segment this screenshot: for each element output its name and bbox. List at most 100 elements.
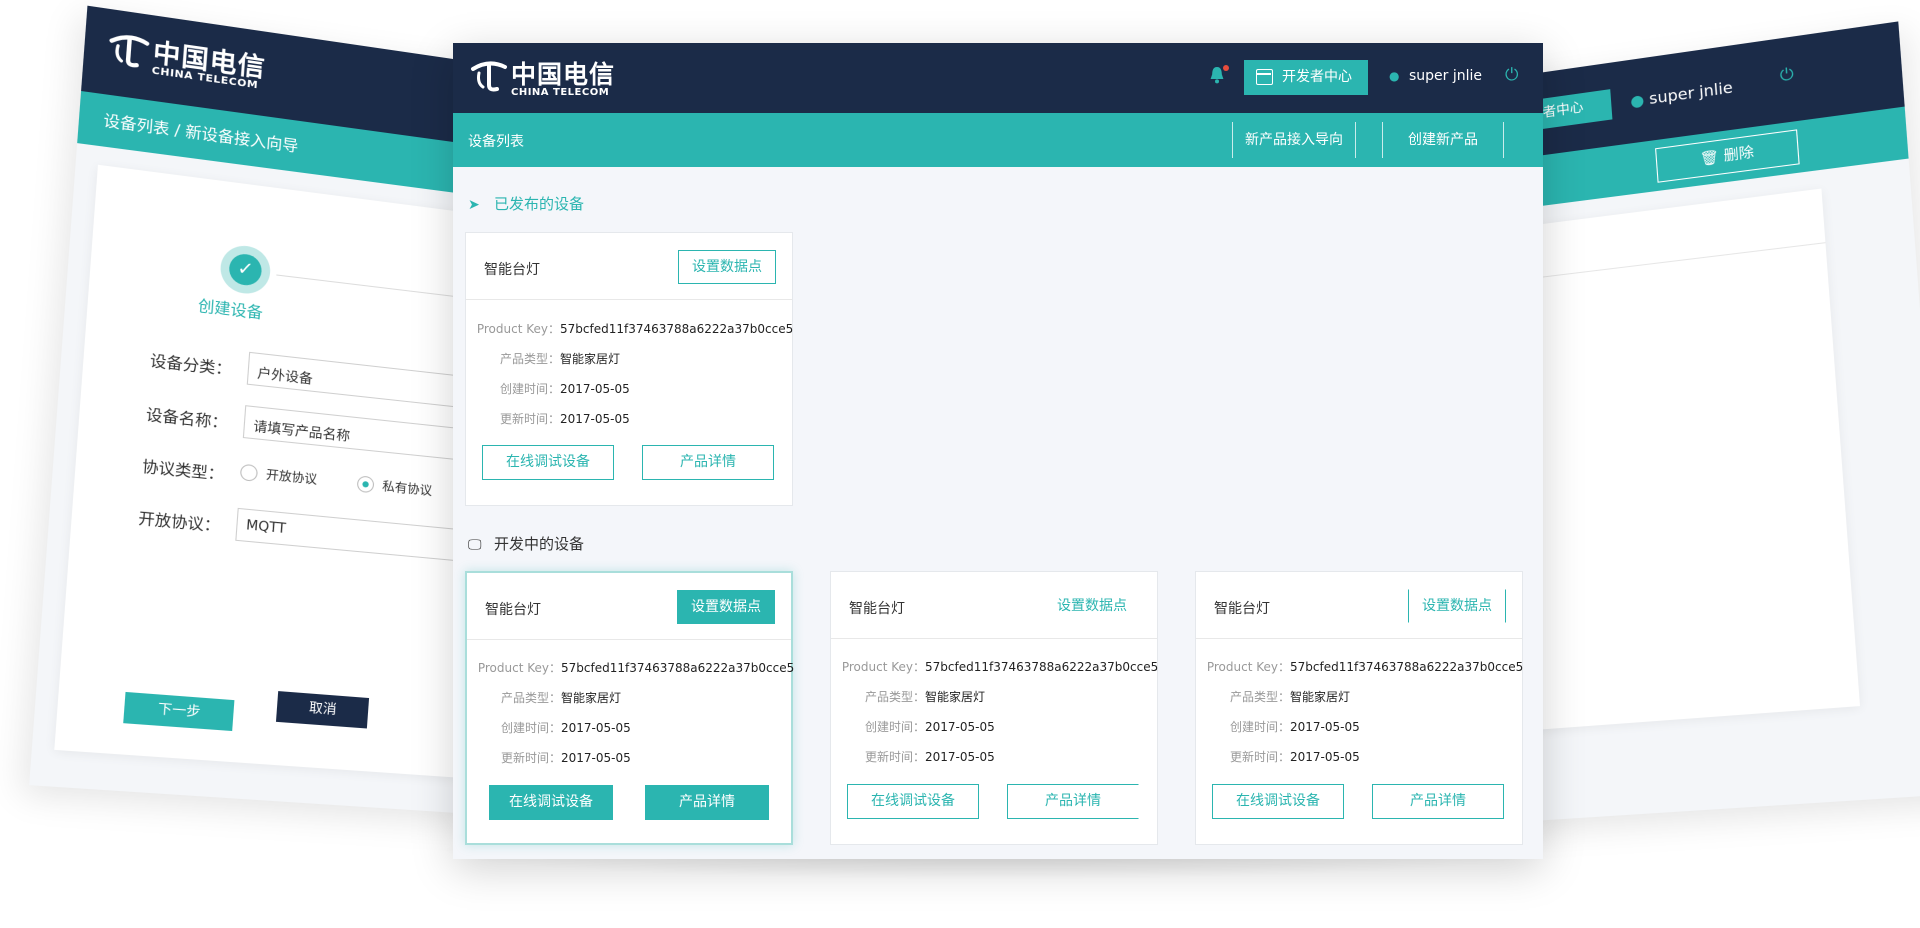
field-key: Product Key： (841, 660, 925, 674)
card-divider (831, 638, 1157, 639)
check-icon: ✓ (228, 252, 263, 287)
section-published: ➤ 已发布的设备 (468, 193, 584, 214)
field-value: 智能家居灯 (925, 690, 986, 704)
card-field-product-type: 产品类型：智能家居灯 (476, 350, 620, 367)
product-detail-button[interactable]: 产品详情 (1007, 784, 1139, 819)
power-icon[interactable]: ⏻ (1779, 63, 1794, 85)
dev-device-card-3: 智能台灯 设置数据点 Product Key：57bcfed11f3746378… (1195, 571, 1523, 845)
card-field-product-key: Product Key：57bcfed11f37463788a6222a37b0… (476, 320, 793, 337)
telecom-logo-icon (471, 61, 507, 92)
dev-center-button[interactable]: 开发者中心 (1244, 60, 1368, 95)
published-device-card: 智能台灯 设置数据点 Product Key：57bcfed11f3746378… (465, 232, 793, 506)
nav-link-create-product[interactable]: 创建新产品 (1382, 122, 1504, 158)
card-field-updated: 更新时间：2017-05-05 (1206, 748, 1360, 765)
card-field-product-type: 产品类型：智能家居灯 (1206, 688, 1350, 705)
category-value: 户外设备 (256, 366, 314, 388)
field-key: 产品类型： (499, 352, 560, 366)
online-debug-button[interactable]: 在线调试设备 (1212, 784, 1344, 819)
field-value: 57bcfed11f37463788a6222a37b0cce5 (560, 322, 794, 336)
card-field-updated: 更新时间：2017-05-05 (841, 748, 995, 765)
calendar-icon (1256, 69, 1273, 85)
card-divider (467, 639, 791, 640)
main-nav-bar: 设备列表 新产品接入导向 创建新产品 (453, 113, 1543, 167)
send-icon: ➤ (468, 197, 480, 213)
right-user-menu[interactable]: ● super jnlie (1630, 78, 1734, 111)
field-key: 产品类型： (500, 691, 561, 705)
set-datapoint-button[interactable]: 设置数据点 (1408, 589, 1506, 623)
field-key: 更新时间： (1229, 750, 1290, 764)
field-key: 创建时间： (499, 382, 560, 396)
online-debug-button[interactable]: 在线调试设备 (489, 785, 613, 820)
set-datapoint-button[interactable]: 设置数据点 (678, 250, 776, 284)
card-field-created: 创建时间：2017-05-05 (841, 718, 995, 735)
field-key: Product Key： (1206, 660, 1290, 674)
next-step-button[interactable]: 下一步 (123, 691, 235, 732)
online-debug-button[interactable]: 在线调试设备 (482, 445, 614, 480)
field-value: 2017-05-05 (561, 751, 631, 765)
main-screen-device-list: 中国电信 CHINA TELECOM 开发者中心 ● super jnlie ⏻ … (453, 43, 1543, 859)
set-datapoint-button[interactable]: 设置数据点 (677, 590, 775, 624)
field-value: 智能家居灯 (560, 352, 621, 366)
step-1-label: 创建设备 (197, 296, 264, 323)
user-icon: ● (1389, 69, 1400, 83)
section-developing: 🖵 开发中的设备 (468, 533, 584, 554)
device-name-input[interactable]: 请填写产品名称 (242, 405, 487, 463)
field-value: 2017-05-05 (1290, 750, 1360, 764)
card-field-product-key: Product Key：57bcfed11f37463788a6222a37b0… (841, 658, 1158, 675)
delete-button[interactable]: 🗑 删除 (1655, 129, 1800, 183)
field-key: 更新时间： (499, 412, 560, 426)
card-title: 智能台灯 (1214, 601, 1270, 617)
radio-open-protocol[interactable] (239, 463, 259, 482)
open-protocol-row: 开放协议： (138, 507, 237, 538)
radio-open-label: 开放协议 (265, 467, 318, 487)
card-field-product-key: Product Key：57bcfed11f37463788a6222a37b0… (477, 659, 794, 676)
section-developing-title: 开发中的设备 (494, 535, 585, 553)
field-value: 2017-05-05 (561, 721, 631, 735)
showcase-stage: 中国电信 CHINA TELECOM 设备列表 / 新设备接入向导 ✓ 创建设备… (0, 0, 1920, 928)
online-debug-button[interactable]: 在线调试设备 (847, 784, 979, 819)
cancel-button[interactable]: 取消 (275, 691, 370, 729)
radio-private-protocol[interactable] (356, 475, 375, 494)
field-key: Product Key： (476, 322, 560, 336)
card-title: 智能台灯 (484, 262, 540, 278)
field-value: 57bcfed11f37463788a6222a37b0cce5 (561, 661, 795, 675)
user-menu[interactable]: ● super jnlie (1389, 68, 1482, 84)
field-value: 2017-05-05 (925, 720, 995, 734)
field-key: 创建时间： (500, 721, 561, 735)
field-value: 智能家居灯 (1290, 690, 1351, 704)
nav-link-new-product-guide[interactable]: 新产品接入导向 (1232, 122, 1356, 158)
open-protocol-select[interactable]: MQTT ⬍ (235, 507, 479, 563)
field-key: Product Key： (477, 661, 561, 675)
product-detail-button[interactable]: 产品详情 (645, 785, 769, 820)
category-label: 设备分类： (149, 351, 233, 379)
card-field-updated: 更新时间：2017-05-05 (477, 749, 631, 766)
monitor-icon: 🖵 (468, 537, 482, 553)
card-field-created: 创建时间：2017-05-05 (476, 380, 630, 397)
breadcrumb-device-list[interactable]: 设备列表 (468, 131, 524, 151)
protocol-type-row: 协议类型： (141, 455, 240, 486)
field-value: 57bcfed11f37463788a6222a37b0cce5 (1290, 660, 1524, 674)
card-title: 智能台灯 (485, 602, 541, 618)
field-value: 智能家居灯 (561, 691, 622, 705)
logo-text-cn: 中国电信 (511, 60, 616, 89)
dev-device-card-2: 智能台灯 设置数据点 Product Key：57bcfed11f3746378… (830, 571, 1158, 845)
card-field-updated: 更新时间：2017-05-05 (476, 410, 630, 427)
logo-text-en: CHINA TELECOM (511, 87, 610, 98)
name-label: 设备名称： (145, 405, 229, 433)
field-key: 更新时间： (864, 750, 925, 764)
field-value: 2017-05-05 (925, 750, 995, 764)
card-divider (466, 299, 792, 300)
card-field-product-key: Product Key：57bcfed11f37463788a6222a37b0… (1206, 658, 1523, 675)
set-datapoint-button[interactable]: 设置数据点 (1043, 589, 1141, 623)
bell-icon[interactable] (1209, 65, 1229, 89)
power-icon[interactable]: ⏻ (1505, 65, 1518, 85)
product-detail-button[interactable]: 产品详情 (642, 445, 774, 480)
trash-icon: 🗑 (1699, 148, 1725, 168)
step-1-indicator: ✓ (218, 243, 272, 297)
field-value: 2017-05-05 (560, 382, 630, 396)
field-key: 产品类型： (1229, 690, 1290, 704)
dev-device-card-1: 智能台灯 设置数据点 Product Key：57bcfed11f3746378… (465, 571, 794, 845)
username: super jnlie (1409, 68, 1483, 84)
card-field-product-type: 产品类型：智能家居灯 (841, 688, 985, 705)
product-detail-button[interactable]: 产品详情 (1372, 784, 1504, 819)
